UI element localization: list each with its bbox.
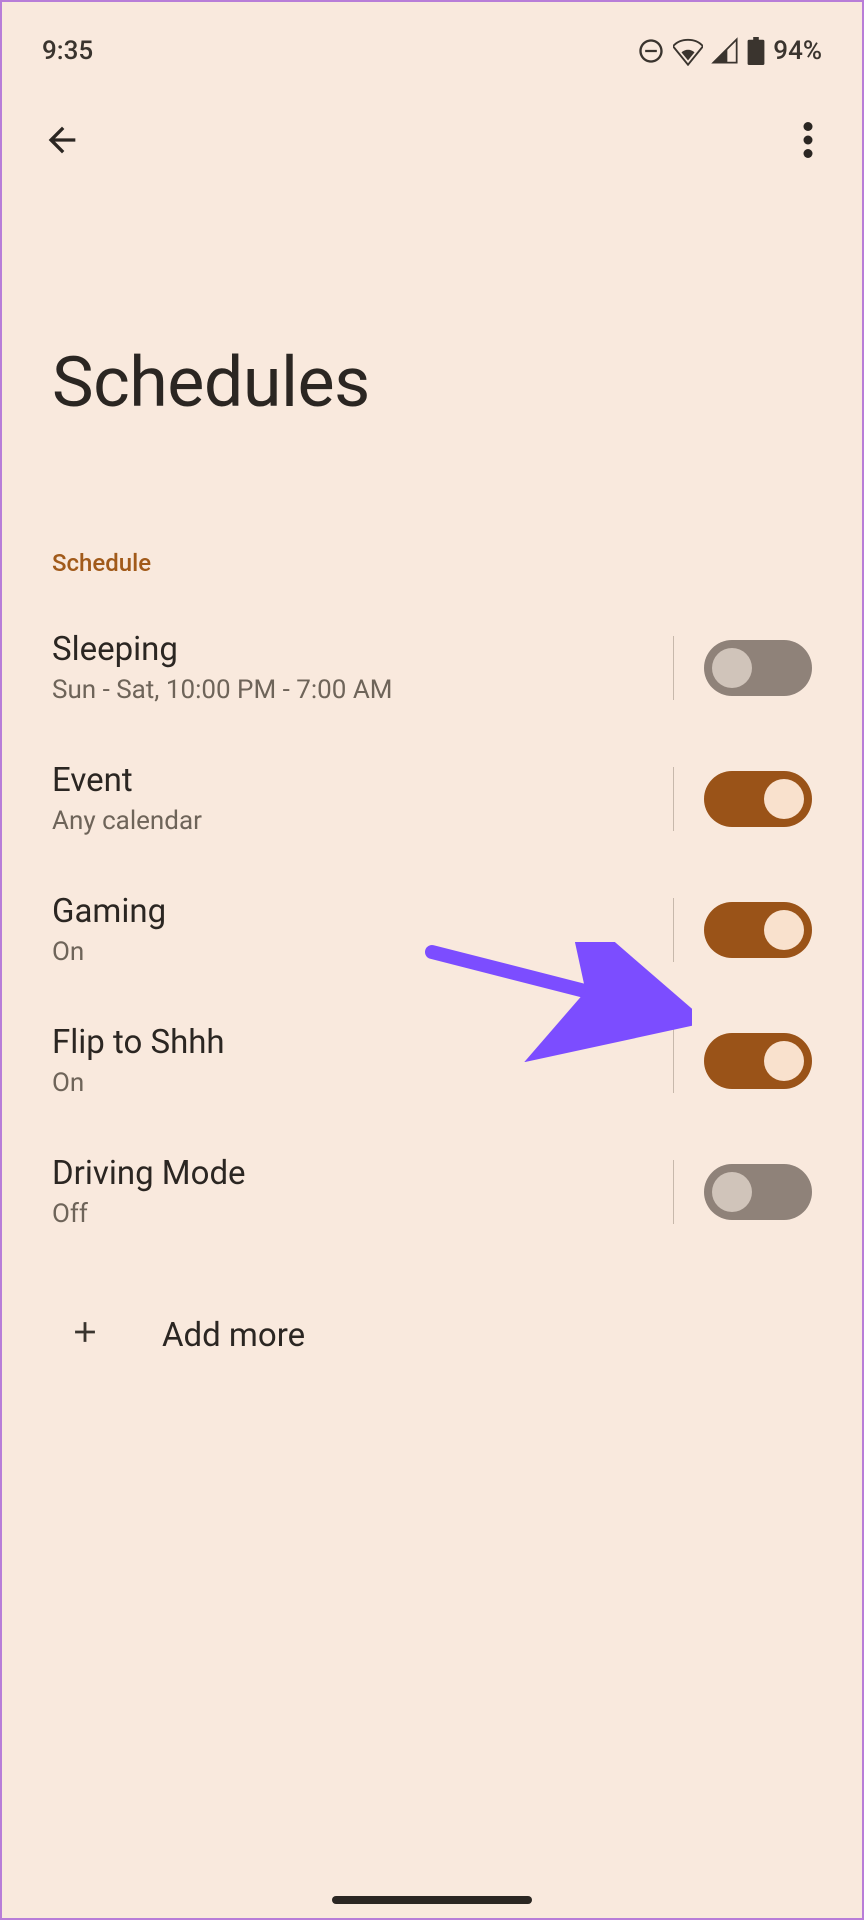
toggle-gaming[interactable] <box>704 902 812 958</box>
schedule-subtitle: Sun - Sat, 10:00 PM - 7:00 AM <box>52 675 663 705</box>
schedule-title: Event <box>52 761 663 800</box>
toggle-sleeping[interactable] <box>704 640 812 696</box>
schedule-subtitle: On <box>52 937 663 967</box>
toggle-driving-mode[interactable] <box>704 1164 812 1220</box>
schedule-list: Sleeping Sun - Sat, 10:00 PM - 7:00 AM E… <box>2 602 862 1257</box>
page-title: Schedules <box>2 172 862 424</box>
schedule-subtitle: Any calendar <box>52 806 663 836</box>
add-more-label: Add more <box>162 1316 305 1355</box>
back-button[interactable] <box>38 116 86 164</box>
arrow-back-icon <box>42 120 82 160</box>
app-bar <box>2 72 862 172</box>
add-more-button[interactable]: Add more <box>2 1257 862 1389</box>
divider <box>673 1029 674 1093</box>
schedule-title: Driving Mode <box>52 1154 663 1193</box>
battery-percent: 94% <box>773 36 822 66</box>
schedule-subtitle: Off <box>52 1199 663 1229</box>
status-bar: 9:35 94% <box>2 2 862 72</box>
schedule-subtitle: On <box>52 1068 663 1098</box>
nav-handle[interactable] <box>332 1896 532 1904</box>
more-button[interactable] <box>784 116 832 164</box>
signal-icon <box>711 37 739 65</box>
wifi-icon <box>673 36 703 66</box>
toggle-flip-to-shhh[interactable] <box>704 1033 812 1089</box>
status-time: 9:35 <box>42 36 93 66</box>
divider <box>673 1160 674 1224</box>
schedule-item-event[interactable]: Event Any calendar <box>52 733 812 864</box>
schedule-title: Flip to Shhh <box>52 1023 663 1062</box>
divider <box>673 898 674 962</box>
divider <box>673 767 674 831</box>
schedule-item-flip-to-shhh[interactable]: Flip to Shhh On <box>52 995 812 1126</box>
schedule-item-sleeping[interactable]: Sleeping Sun - Sat, 10:00 PM - 7:00 AM <box>52 602 812 733</box>
divider <box>673 636 674 700</box>
schedule-item-gaming[interactable]: Gaming On <box>52 864 812 995</box>
status-icons: 94% <box>637 36 822 66</box>
schedule-title: Gaming <box>52 892 663 931</box>
toggle-event[interactable] <box>704 771 812 827</box>
battery-icon <box>747 37 765 65</box>
plus-icon <box>68 1312 102 1359</box>
section-header: Schedule <box>2 424 862 602</box>
schedule-item-driving-mode[interactable]: Driving Mode Off <box>52 1126 812 1257</box>
more-vert-icon <box>803 122 813 158</box>
dnd-icon <box>637 37 665 65</box>
schedule-title: Sleeping <box>52 630 663 669</box>
